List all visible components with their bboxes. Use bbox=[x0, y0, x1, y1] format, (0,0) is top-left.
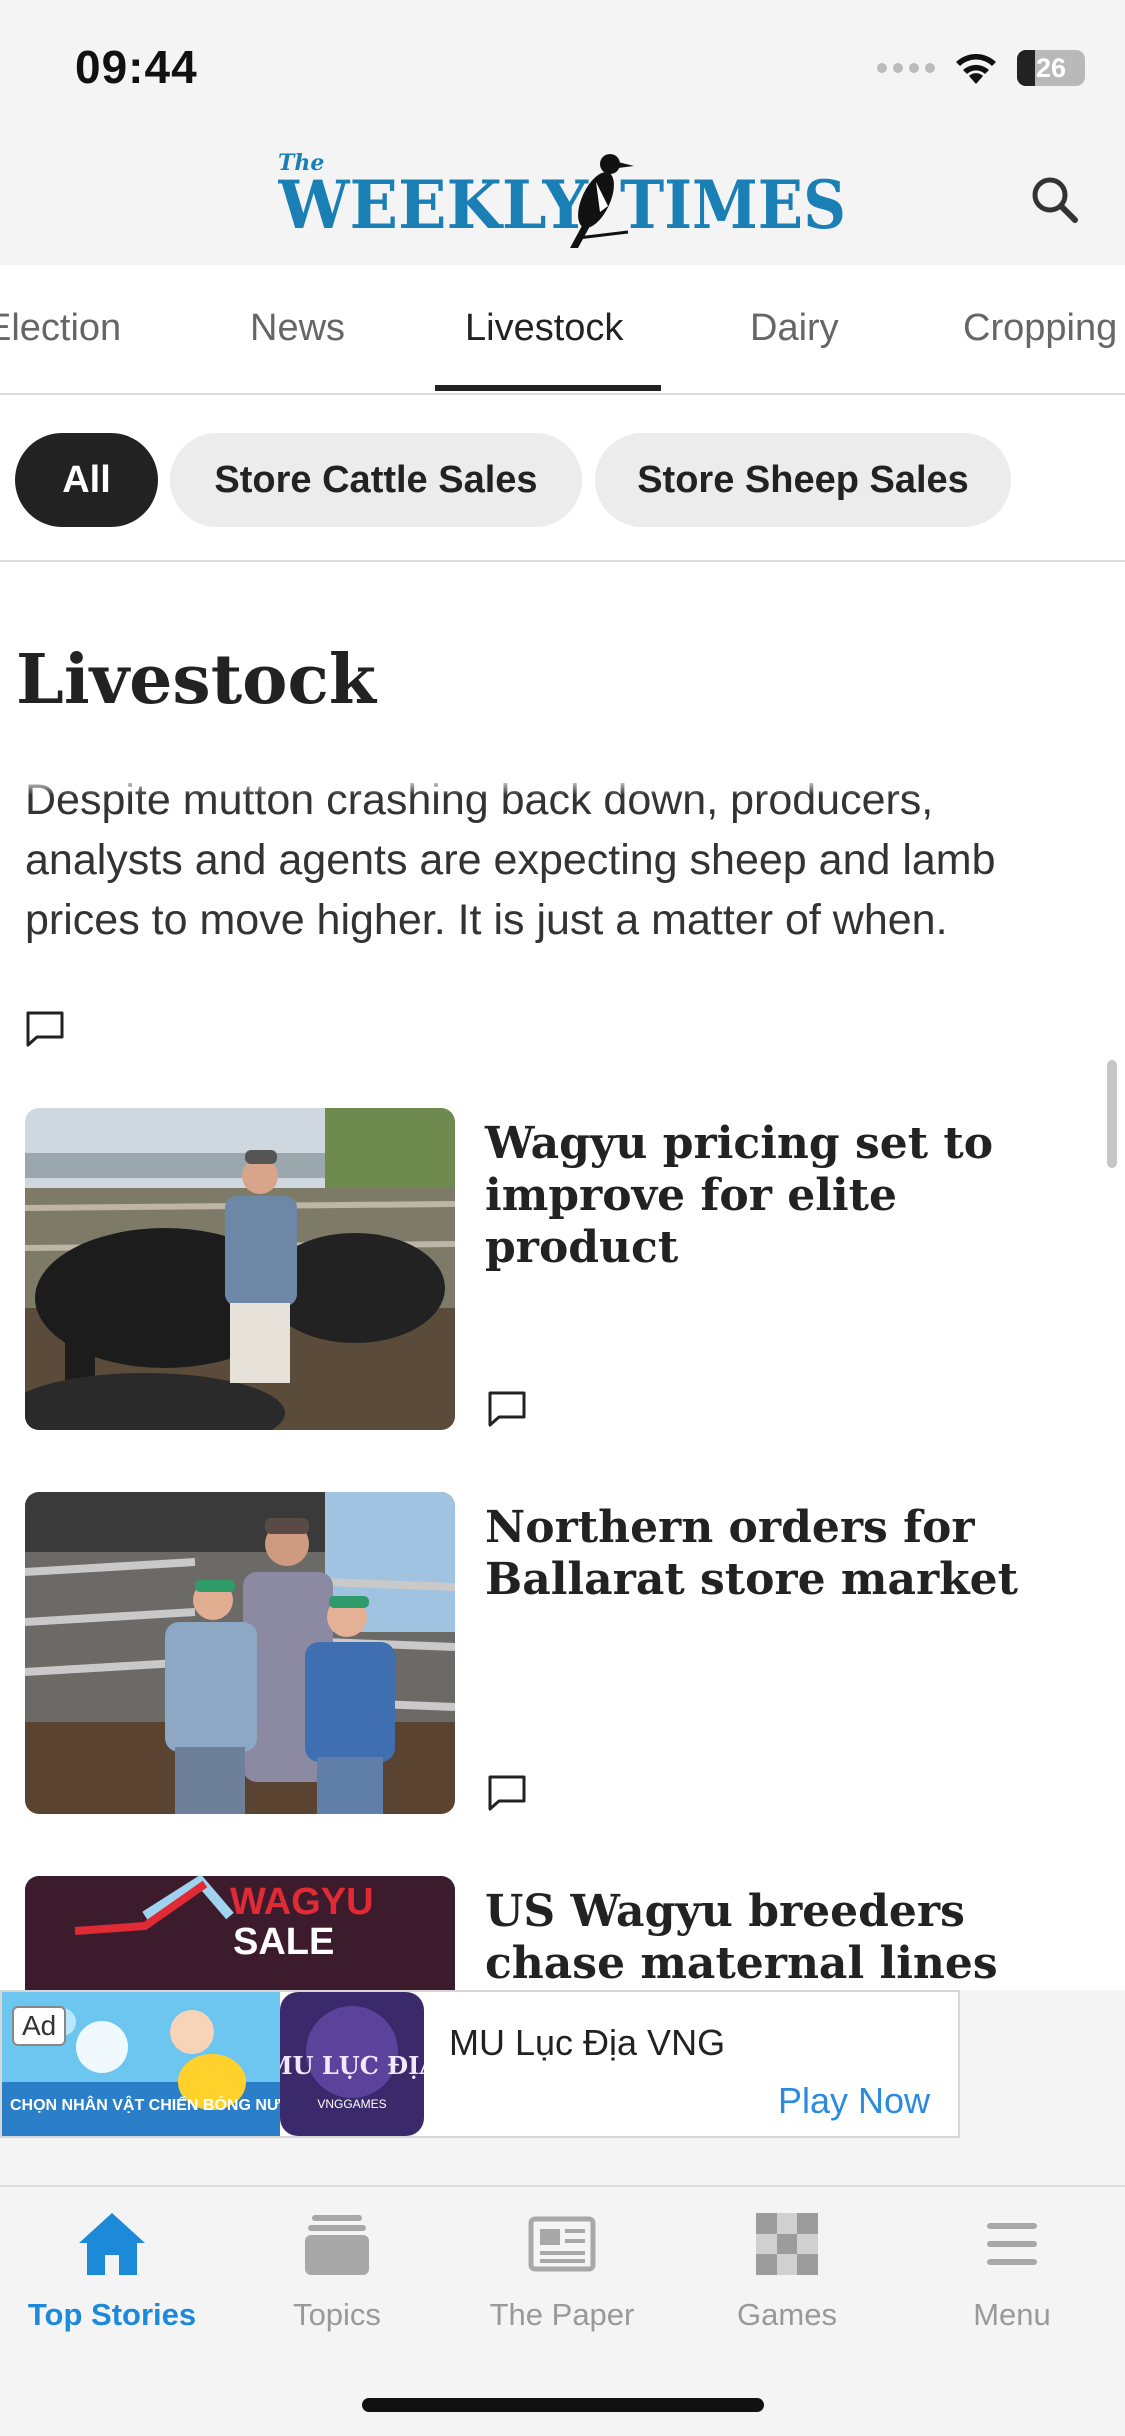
wifi-icon bbox=[956, 54, 996, 84]
tab-cropping[interactable]: Cropping bbox=[963, 307, 1117, 350]
ad-banner[interactable]: Ad CHỌN NHÂN VẬT CHIẾN BÓNG NƯỚC MU LỤC … bbox=[0, 1990, 960, 2138]
logo-times: TIMES bbox=[620, 166, 846, 244]
weekly-times-logo[interactable]: The WEEKLY TIMES bbox=[278, 142, 848, 252]
article-thumbnail-image bbox=[25, 1492, 455, 1814]
cellular-signal-icon bbox=[877, 63, 935, 73]
tab-election[interactable]: Election bbox=[0, 307, 121, 350]
thumb-wagyu-text: WAGYU bbox=[230, 1881, 374, 1923]
logo-weekly: WEEKLY bbox=[278, 166, 589, 244]
nav-label: The Paper bbox=[489, 2297, 635, 2332]
nav-top-stories[interactable]: Top Stories bbox=[12, 2209, 212, 2333]
nav-games[interactable]: Games bbox=[687, 2209, 887, 2333]
article-headline[interactable]: Wagyu pricing set to improve for elite p… bbox=[485, 1118, 1095, 1274]
filter-chips: All Store Cattle Sales Store Sheep Sales bbox=[0, 395, 1125, 562]
topics-stack-icon bbox=[305, 2215, 369, 2275]
nav-menu[interactable]: Menu bbox=[912, 2209, 1112, 2333]
comment-icon[interactable] bbox=[25, 1010, 65, 1048]
app-header: The WEEKLY TIMES bbox=[0, 130, 1125, 265]
ad-image-text: CHỌN NHÂN VẬT CHIẾN BÓNG NƯỚC bbox=[10, 2095, 280, 2114]
ad-app-icon: MU LỤC ĐỊA VNGGAMES bbox=[280, 1992, 424, 2136]
chip-store-sheep-sales[interactable]: Store Sheep Sales bbox=[595, 433, 1011, 527]
status-bar: 09:44 26 bbox=[0, 0, 1125, 130]
ad-badge: Ad bbox=[12, 2006, 67, 2046]
battery-level: 26 bbox=[1035, 52, 1067, 83]
scroll-fade bbox=[0, 765, 1125, 795]
nav-topics[interactable]: Topics bbox=[237, 2209, 437, 2333]
nav-label: Games bbox=[737, 2297, 837, 2332]
chip-all[interactable]: All bbox=[15, 433, 158, 527]
checkerboard-icon bbox=[756, 2213, 818, 2275]
comment-icon[interactable] bbox=[487, 1390, 527, 1428]
nav-label: Menu bbox=[973, 2297, 1051, 2332]
newspaper-icon bbox=[528, 2216, 596, 2272]
ad-logo-text: MU LỤC ĐỊA bbox=[280, 2051, 424, 2080]
search-icon[interactable] bbox=[1025, 170, 1085, 230]
battery-icon: 26 bbox=[1017, 50, 1085, 86]
ad-logo-sub: VNGGAMES bbox=[317, 2097, 386, 2111]
home-icon bbox=[79, 2213, 145, 2275]
tab-dairy[interactable]: Dairy bbox=[750, 307, 839, 350]
home-indicator[interactable] bbox=[362, 2398, 764, 2412]
hamburger-menu-icon bbox=[987, 2223, 1037, 2265]
ad-play-now-button[interactable]: Play Now bbox=[778, 2080, 930, 2122]
nav-the-paper[interactable]: The Paper bbox=[462, 2209, 662, 2333]
article-summary[interactable]: Despite mutton crashing back down, produ… bbox=[25, 770, 1085, 970]
page-title: Livestock bbox=[16, 640, 376, 720]
article-card[interactable]: WAGYU SALE US Wagyu breeders chase mater… bbox=[25, 1876, 1100, 1990]
comment-icon[interactable] bbox=[487, 1774, 527, 1812]
article-thumbnail-image: WAGYU SALE bbox=[25, 1876, 455, 1990]
article-thumbnail-image bbox=[25, 1108, 455, 1430]
ad-title[interactable]: MU Lục Địa VNG bbox=[449, 2022, 725, 2064]
active-tab-indicator bbox=[435, 385, 661, 391]
nav-label: Top Stories bbox=[27, 2297, 197, 2332]
article-card[interactable]: Wagyu pricing set to improve for elite p… bbox=[25, 1108, 1100, 1430]
scrollbar[interactable] bbox=[1107, 1060, 1117, 1168]
article-headline[interactable]: Northern orders for Ballarat store marke… bbox=[485, 1502, 1095, 1606]
article-headline[interactable]: US Wagyu breeders chase maternal lines bbox=[485, 1886, 1095, 1990]
nav-label: Topics bbox=[293, 2297, 381, 2332]
chip-store-cattle-sales[interactable]: Store Cattle Sales bbox=[170, 433, 582, 527]
tab-livestock[interactable]: Livestock bbox=[465, 307, 623, 350]
section-tabs: Election News Livestock Dairy Cropping bbox=[0, 265, 1125, 395]
ad-area: Ad CHỌN NHÂN VẬT CHIẾN BÓNG NƯỚC MU LỤC … bbox=[0, 1990, 1125, 2185]
article-card[interactable]: Northern orders for Ballarat store marke… bbox=[25, 1492, 1100, 1814]
thumb-sale-text: SALE bbox=[233, 1921, 334, 1963]
status-time: 09:44 bbox=[75, 41, 198, 93]
tab-news[interactable]: News bbox=[250, 307, 345, 350]
status-indicators: 26 bbox=[877, 50, 1085, 86]
